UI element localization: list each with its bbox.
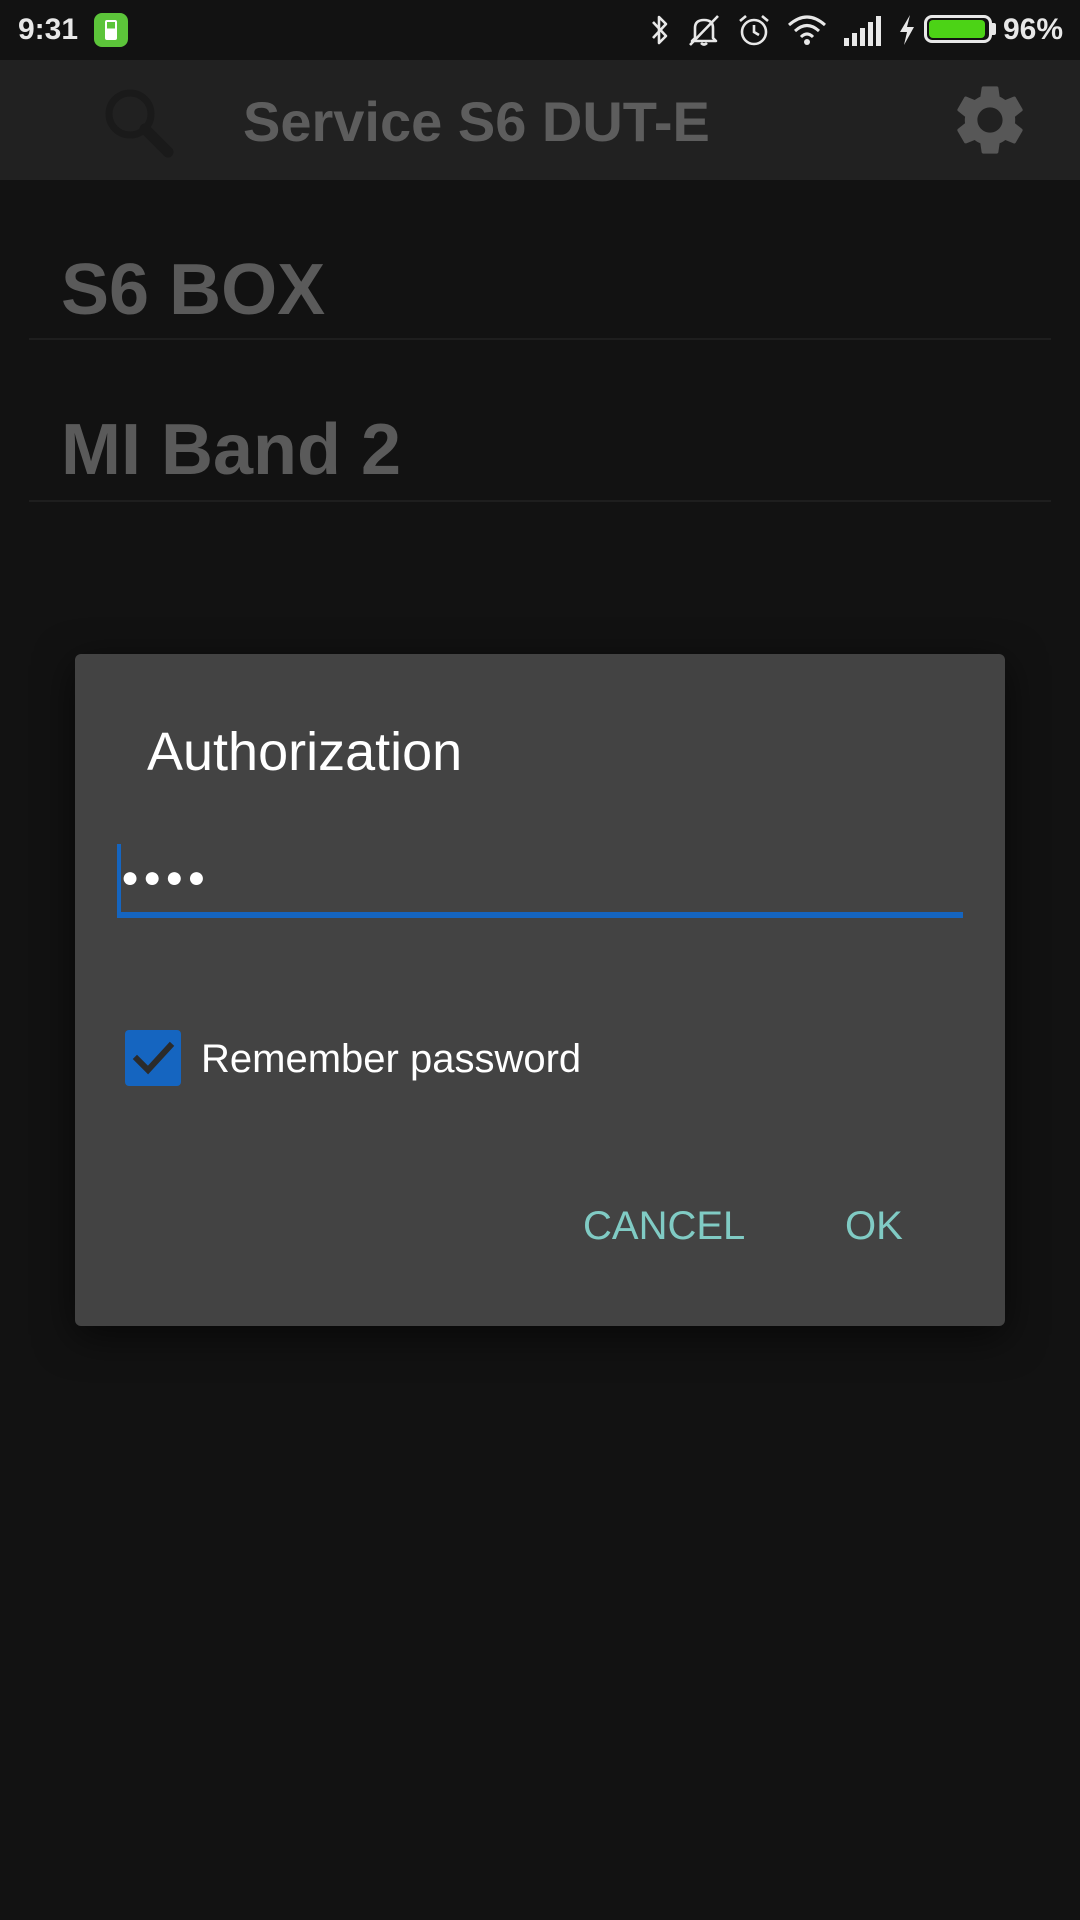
charging-icon — [900, 15, 914, 45]
list-item[interactable]: S6 BOX — [29, 180, 1051, 340]
battery-cap — [992, 23, 996, 35]
gear-icon[interactable] — [948, 78, 1032, 162]
remember-password-checkbox[interactable] — [125, 1030, 181, 1086]
search-icon[interactable] — [100, 84, 176, 160]
battery-app-icon — [94, 13, 128, 47]
alarm-icon — [739, 15, 769, 46]
password-value: ●●●● — [121, 861, 210, 894]
wifi-icon — [788, 15, 826, 45]
status-bar: 9:31 96% — [0, 0, 1080, 60]
mute-icon — [689, 15, 719, 46]
app-bar: Service S6 DUT-E — [0, 60, 1080, 180]
page-title: Service S6 DUT-E — [243, 90, 710, 153]
authorization-dialog: Authorization ●●●● Remember password CAN… — [75, 654, 1005, 1326]
field-underline — [117, 912, 963, 918]
device-name: S6 BOX — [61, 250, 326, 330]
device-name: MI Band 2 — [61, 410, 402, 490]
status-time: 9:31 — [18, 13, 79, 46]
remember-password-label: Remember password — [201, 1037, 582, 1081]
ok-button[interactable]: OK — [845, 1202, 903, 1250]
checkmark-icon — [132, 1041, 175, 1075]
bluetooth-icon — [652, 15, 668, 45]
list-item[interactable]: MI Band 2 — [29, 340, 1051, 502]
password-field[interactable]: ●●●● — [117, 844, 963, 918]
signal-icon — [844, 16, 881, 46]
screen: 9:31 96% Service S6 DUT-E S6 BOX MI Band… — [0, 0, 1080, 1920]
battery-level-fill — [929, 20, 985, 38]
battery-icon — [924, 15, 992, 43]
device-list: S6 BOX MI Band 2 — [0, 180, 1080, 502]
cancel-button[interactable]: CANCEL — [583, 1202, 745, 1250]
dialog-title: Authorization — [147, 722, 463, 782]
battery-percent: 96% — [1003, 13, 1064, 46]
